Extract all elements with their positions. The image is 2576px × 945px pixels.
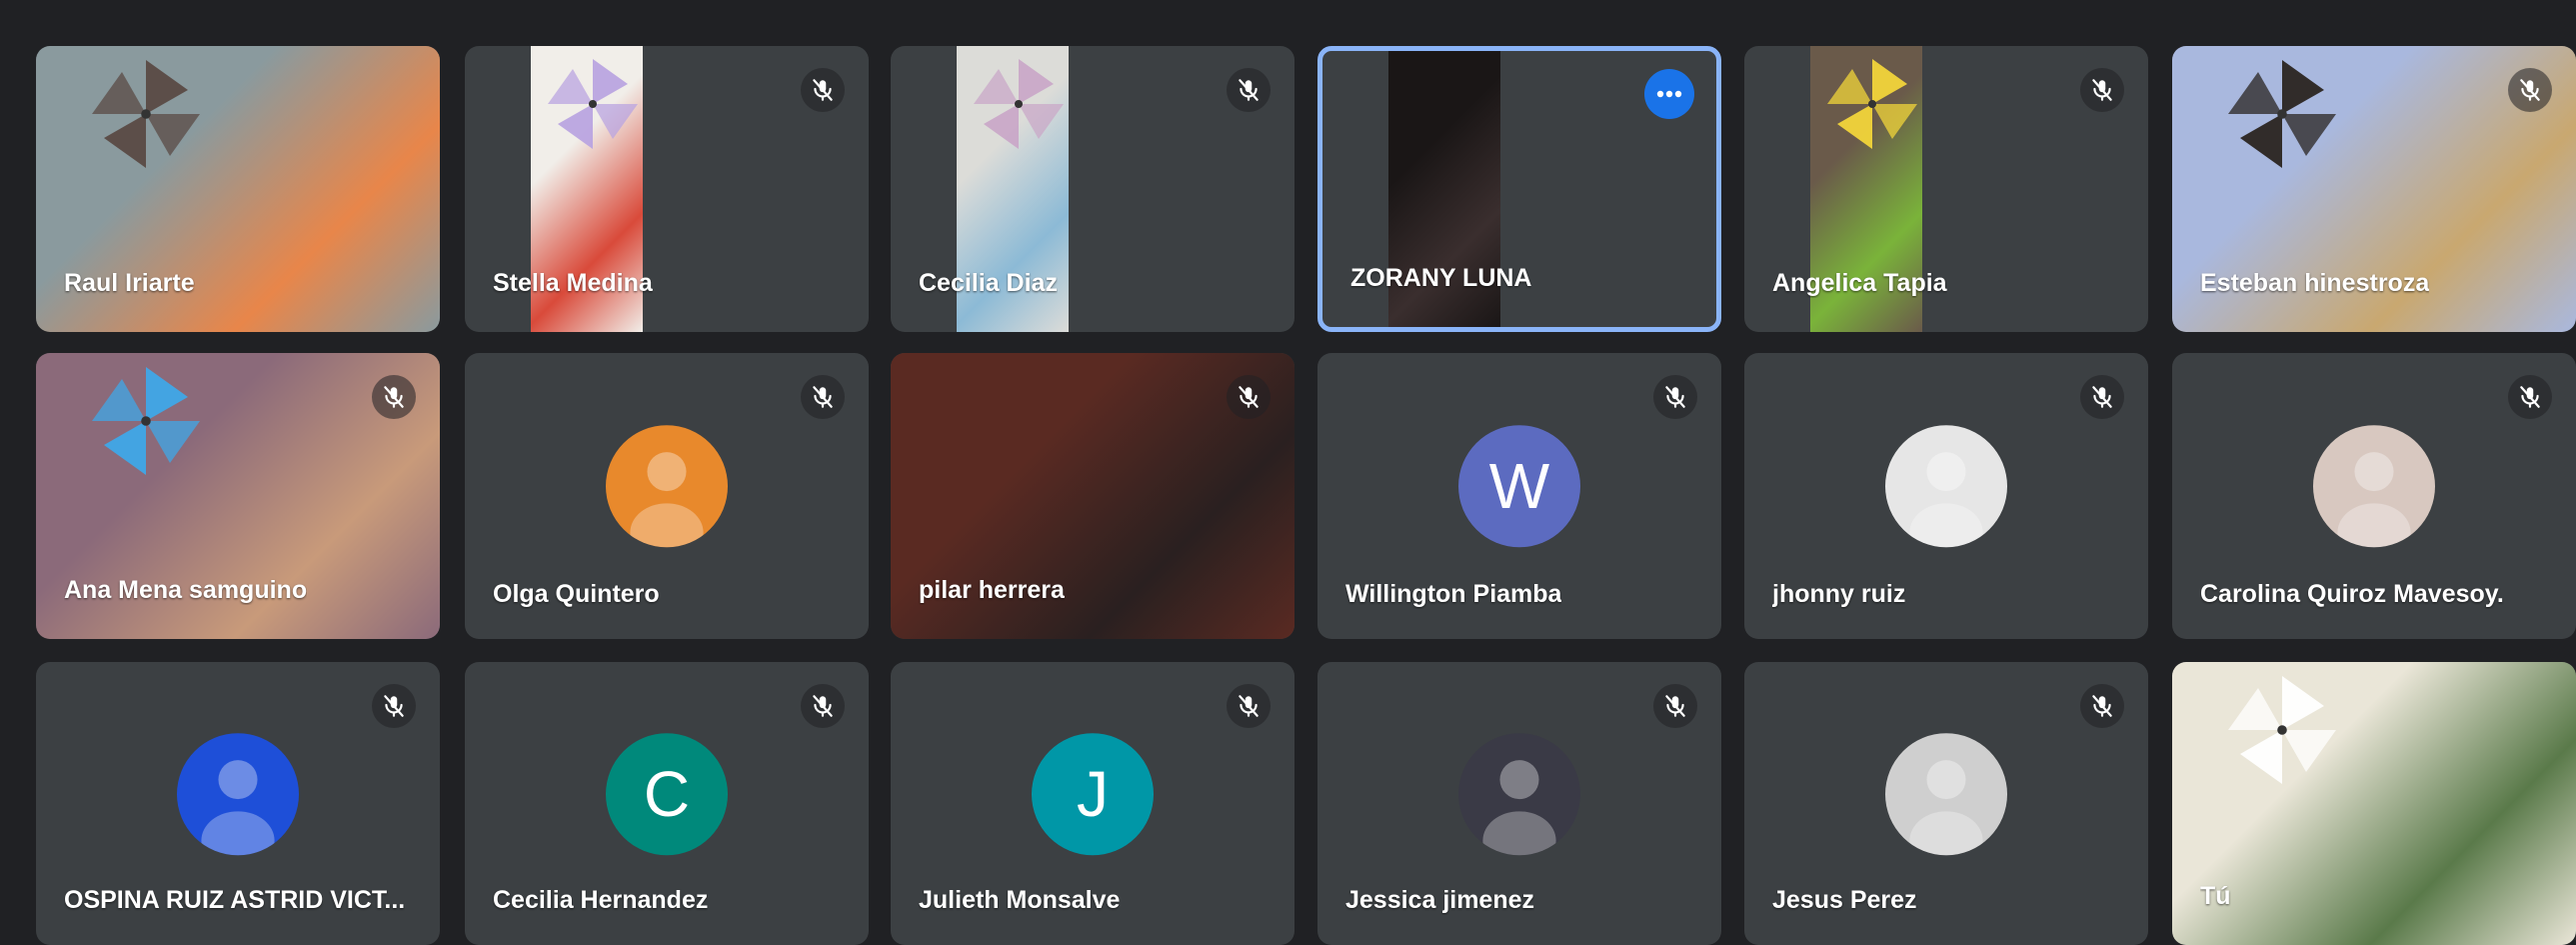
participant-name: Willington Piamba [1345, 580, 1562, 608]
participant-tile[interactable]: Jessica jimenez [1317, 662, 1721, 945]
avatar [1885, 425, 2007, 548]
participant-tile[interactable]: Olga Quintero [465, 353, 869, 639]
mic-off-icon [1653, 375, 1697, 419]
pinwheel-image [969, 54, 1069, 159]
pinwheel-image [1822, 54, 1922, 159]
participant-tile[interactable]: ZORANY LUNA [1317, 46, 1721, 332]
participant-name: Raul Iriarte [64, 269, 195, 297]
avatar [1458, 732, 1580, 855]
mic-off-icon [801, 68, 845, 112]
mic-off-icon [372, 684, 416, 728]
mic-off-icon [2080, 684, 2124, 728]
participant-name: Angelica Tapia [1772, 269, 1947, 297]
pinwheel-image [543, 54, 643, 159]
more-options-icon[interactable] [1644, 69, 1694, 119]
mic-off-icon [801, 684, 845, 728]
participant-tile[interactable]: Esteban hinestroza [2172, 46, 2576, 332]
participant-name: Stella Medina [493, 269, 653, 297]
avatar-letter: W [1488, 450, 1550, 523]
pinwheel-image [2222, 670, 2342, 795]
participant-name: Carolina Quiroz Mavesoy. [2200, 580, 2504, 608]
avatar-letter: C [643, 757, 691, 830]
avatar [2313, 425, 2435, 548]
participant-name: OSPINA RUIZ ASTRID VICT... [64, 886, 406, 914]
participant-name: Ana Mena samguino [64, 576, 308, 604]
mic-off-icon [372, 375, 416, 419]
participant-tile[interactable]: Angelica Tapia [1744, 46, 2148, 332]
avatar [606, 425, 728, 548]
mic-off-icon [2080, 375, 2124, 419]
participant-name: Jessica jimenez [1345, 886, 1535, 914]
pinwheel-image [86, 54, 206, 179]
mic-off-icon [2080, 68, 2124, 112]
participant-name: Tú [2200, 882, 2231, 910]
participant-tile[interactable]: Carolina Quiroz Mavesoy. [2172, 353, 2576, 639]
participant-tile[interactable]: pilar herrera [891, 353, 1294, 639]
mic-off-icon [2508, 68, 2552, 112]
participant-name: jhonny ruiz [1772, 580, 1906, 608]
participant-tile[interactable]: Ana Mena samguino [36, 353, 440, 639]
participant-name: Jesus Perez [1772, 886, 1917, 914]
avatar [1885, 732, 2007, 855]
avatar [177, 732, 299, 855]
participant-name: Julieth Monsalve [919, 886, 1121, 914]
participant-tile[interactable]: Tú [2172, 662, 2576, 945]
avatar-letter: J [1077, 757, 1109, 830]
mic-off-icon [1227, 68, 1271, 112]
participant-tile[interactable]: OSPINA RUIZ ASTRID VICT... [36, 662, 440, 945]
participant-name: Cecilia Diaz [919, 269, 1058, 297]
mic-off-icon [1227, 684, 1271, 728]
participant-name: ZORANY LUNA [1350, 264, 1532, 292]
pinwheel-image [2222, 54, 2342, 179]
participant-tile[interactable]: Raul Iriarte [36, 46, 440, 332]
participant-tile[interactable]: C Cecilia Hernandez [465, 662, 869, 945]
participant-name: Esteban hinestroza [2200, 269, 2430, 297]
pinwheel-image [86, 361, 206, 486]
mic-off-icon [1653, 684, 1697, 728]
participant-tile[interactable]: jhonny ruiz [1744, 353, 2148, 639]
mic-off-icon [2508, 375, 2552, 419]
participant-name: Cecilia Hernandez [493, 886, 709, 914]
participant-tile[interactable]: Jesus Perez [1744, 662, 2148, 945]
avatar: J [1032, 732, 1154, 855]
participant-tile[interactable]: Cecilia Diaz [891, 46, 1294, 332]
mic-off-icon [801, 375, 845, 419]
participant-name: Olga Quintero [493, 580, 660, 608]
participant-tile[interactable]: W Willington Piamba [1317, 353, 1721, 639]
participant-name: pilar herrera [919, 576, 1065, 604]
participant-tile[interactable]: J Julieth Monsalve [891, 662, 1294, 945]
participant-tile[interactable]: Stella Medina [465, 46, 869, 332]
participant-grid: Raul Iriarte Stella Medina Cecilia Diaz ZOR… [0, 0, 2576, 945]
avatar: C [606, 732, 728, 855]
mic-off-icon [1227, 375, 1271, 419]
avatar: W [1458, 425, 1580, 548]
